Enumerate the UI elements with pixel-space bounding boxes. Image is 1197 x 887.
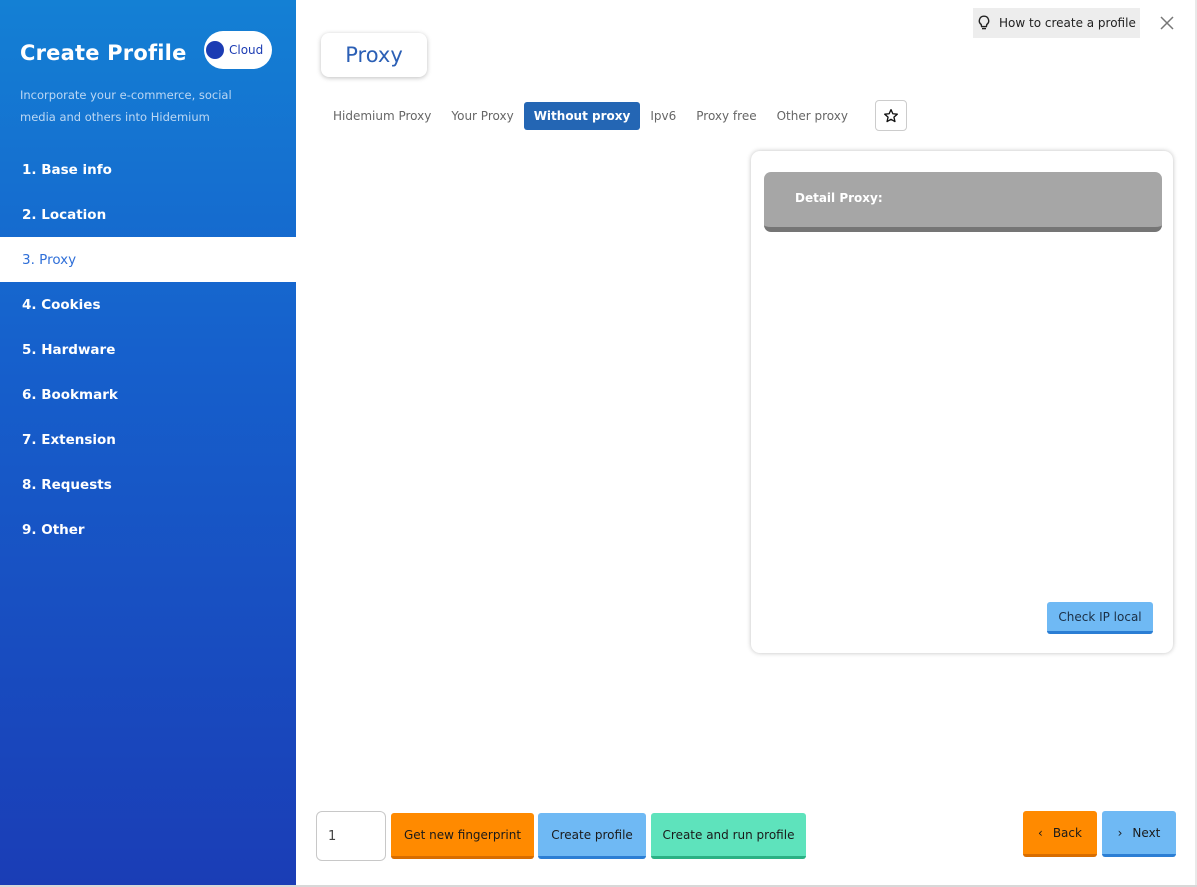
quantity-input[interactable]: 1 — [316, 811, 386, 861]
sidebar-item-proxy[interactable]: 3. Proxy — [0, 237, 296, 282]
sidebar-item-hardware[interactable]: 5. Hardware — [0, 327, 296, 372]
close-icon[interactable] — [1157, 13, 1177, 33]
star-icon — [884, 108, 898, 122]
sidebar-description: Incorporate your e-commerce, social medi… — [20, 88, 232, 124]
tab-other-proxy[interactable]: Other proxy — [767, 102, 858, 130]
sidebar-title: Create Profile — [20, 41, 187, 65]
create-and-run-profile-button[interactable]: Create and run profile — [651, 813, 806, 859]
check-ip-local-button[interactable]: Check IP local — [1047, 602, 1153, 634]
sidebar-nav: 1. Base info 2. Location 3. Proxy 4. Coo… — [0, 147, 296, 552]
sidebar-item-extension[interactable]: 7. Extension — [0, 417, 296, 462]
proxy-tabs: Hidemium Proxy Your Proxy Without proxy … — [323, 101, 858, 130]
tab-proxy-free[interactable]: Proxy free — [686, 102, 766, 130]
sidebar-item-cookies[interactable]: 4. Cookies — [0, 282, 296, 327]
tab-hidemium-proxy[interactable]: Hidemium Proxy — [323, 102, 441, 130]
favorite-button[interactable] — [875, 100, 907, 131]
help-button-label: How to create a profile — [999, 16, 1136, 30]
section-title: Proxy — [321, 33, 427, 77]
next-button-label: Next — [1132, 825, 1161, 840]
sidebar-item-base-info[interactable]: 1. Base info — [0, 147, 296, 192]
detail-proxy-card: Detail Proxy: Check IP local — [751, 151, 1173, 653]
sidebar: Create Profile Cloud Incorporate your e-… — [0, 0, 296, 885]
sidebar-item-other[interactable]: 9. Other — [0, 507, 296, 552]
sidebar-item-requests[interactable]: 8. Requests — [0, 462, 296, 507]
lightbulb-icon — [978, 15, 990, 30]
cloud-toggle[interactable]: Cloud — [204, 31, 272, 69]
cloud-toggle-label: Cloud — [229, 43, 264, 57]
back-button[interactable]: ‹ Back — [1023, 811, 1097, 857]
detail-proxy-heading: Detail Proxy: — [764, 172, 1162, 232]
sidebar-item-bookmark[interactable]: 6. Bookmark — [0, 372, 296, 417]
get-new-fingerprint-button[interactable]: Get new fingerprint — [391, 813, 534, 859]
toggle-knob — [206, 41, 224, 59]
chevron-left-icon: ‹ — [1038, 825, 1043, 840]
sidebar-item-location[interactable]: 2. Location — [0, 192, 296, 237]
tab-your-proxy[interactable]: Your Proxy — [441, 102, 523, 130]
help-button[interactable]: How to create a profile — [973, 8, 1140, 38]
tab-without-proxy[interactable]: Without proxy — [523, 101, 641, 130]
create-profile-button[interactable]: Create profile — [538, 813, 646, 859]
next-button[interactable]: › Next — [1102, 811, 1176, 857]
chevron-right-icon: › — [1117, 825, 1123, 840]
tab-ipv6[interactable]: Ipv6 — [640, 102, 686, 130]
back-button-label: Back — [1052, 825, 1082, 840]
